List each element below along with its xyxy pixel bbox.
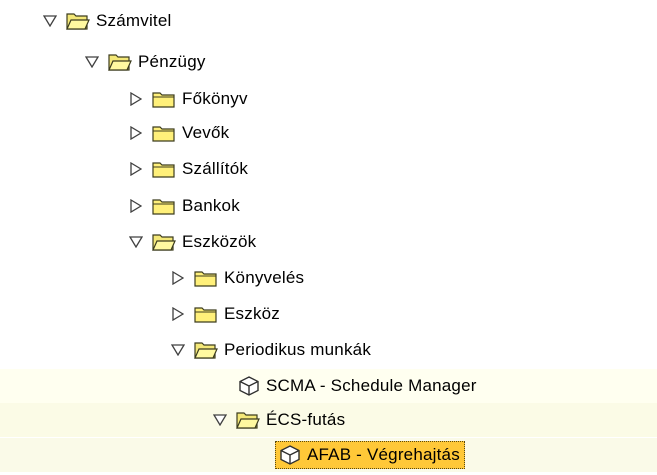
tree-row-vevok[interactable]: Vevők [0, 116, 657, 150]
triangle-right-icon[interactable] [128, 161, 144, 177]
tree-row-periodikus[interactable]: Periodikus munkák [0, 333, 657, 367]
triangle-down-icon[interactable] [84, 54, 100, 70]
folder-icon [194, 304, 218, 324]
triangle-down-icon[interactable] [170, 342, 186, 358]
tree-label: Bankok [182, 196, 240, 215]
tree-row-szallitok[interactable]: Szállítók [0, 152, 657, 186]
folder-open-icon [194, 340, 218, 360]
tree-label: Szállítók [182, 159, 249, 178]
tree-row-eszkozok[interactable]: Eszközök [0, 225, 657, 259]
tree-row-scma[interactable]: SCMA - Schedule Manager [0, 369, 657, 403]
folder-icon [194, 268, 218, 288]
transaction-cube-icon [238, 375, 260, 397]
tree-label: Eszköz [224, 304, 280, 323]
tree-label: Főkönyv [182, 89, 248, 108]
tree-label: Könyvelés [224, 268, 305, 287]
tree-row-ecs[interactable]: ÉCS-futás [0, 403, 657, 437]
tree-row-bankok[interactable]: Bankok [0, 189, 657, 223]
tree-row-konyveles[interactable]: Könyvelés [0, 261, 657, 295]
folder-icon [152, 159, 176, 179]
folder-icon [152, 89, 176, 109]
folder-open-icon [108, 52, 132, 72]
menu-tree: Számvitel Pénzügy Főkönyv Vevők Szállító… [0, 0, 657, 475]
tree-label: Periodikus munkák [224, 340, 372, 359]
triangle-right-icon[interactable] [128, 125, 144, 141]
folder-open-icon [152, 232, 176, 252]
tree-label: Eszközök [182, 232, 257, 251]
tree-row-penzugy[interactable]: Pénzügy [0, 45, 657, 79]
triangle-right-icon[interactable] [128, 198, 144, 214]
folder-icon [152, 196, 176, 216]
tree-label: ÉCS-futás [266, 410, 346, 429]
tree-label: Számvitel [96, 11, 172, 30]
folder-open-icon [66, 11, 90, 31]
triangle-right-icon[interactable] [170, 270, 186, 286]
tree-label: Vevők [182, 123, 230, 142]
tree-label: SCMA - Schedule Manager [266, 376, 477, 395]
tree-label: AFAB - Végrehajtás [307, 445, 460, 464]
selected-tree-item[interactable]: AFAB - Végrehajtás [275, 441, 465, 469]
folder-icon [152, 123, 176, 143]
tree-row-eszkoz[interactable]: Eszköz [0, 297, 657, 331]
triangle-right-icon[interactable] [170, 306, 186, 322]
folder-open-icon [236, 410, 260, 430]
triangle-right-icon[interactable] [128, 91, 144, 107]
tree-label: Pénzügy [138, 52, 206, 71]
triangle-down-icon[interactable] [212, 412, 228, 428]
tree-row-afab[interactable]: AFAB - Végrehajtás [0, 438, 657, 472]
triangle-down-icon[interactable] [128, 234, 144, 250]
transaction-cube-icon [279, 444, 301, 466]
tree-row-szamvitel[interactable]: Számvitel [0, 4, 657, 38]
triangle-down-icon[interactable] [42, 13, 58, 29]
tree-row-fokonyv[interactable]: Főkönyv [0, 82, 657, 116]
